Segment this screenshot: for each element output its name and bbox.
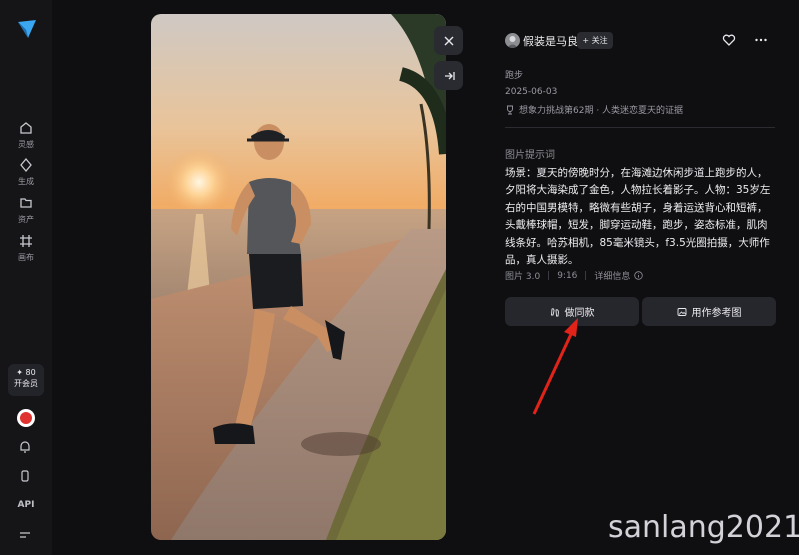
heart-icon[interactable] <box>722 33 736 47</box>
author-avatar-image <box>507 36 518 48</box>
vip-button[interactable]: ✦ 80 开会员 <box>8 364 44 396</box>
prompt-text: 场景：夏天的傍晚时分，在海滩边休闲步道上跑步的人，夕阳将大海染成了金色，人物拉长… <box>505 167 771 267</box>
details-link[interactable]: 详细信息 <box>594 269 630 282</box>
ratio-label: 9:16 <box>557 270 578 281</box>
arrow-right-bar-icon <box>444 71 455 80</box>
sidebar-item-label: 画布 <box>18 253 34 262</box>
sidebar-item-canvas[interactable]: 画布 <box>6 234 46 263</box>
post-tag[interactable]: 跑步 <box>505 68 523 81</box>
watermark: sanlang2021 <box>608 510 799 545</box>
sidebar-item-label: 生成 <box>18 177 34 186</box>
avatar[interactable] <box>17 409 35 427</box>
vip-label: 开会员 <box>14 379 38 388</box>
sidebar-item-label: 资产 <box>18 215 34 224</box>
close-button[interactable] <box>434 26 463 55</box>
image-icon <box>677 307 686 316</box>
folder-icon <box>20 198 32 208</box>
more-icon[interactable] <box>754 33 768 47</box>
follow-button[interactable]: + 关注 <box>577 32 613 49</box>
app-logo-icon[interactable] <box>16 18 38 40</box>
image-meta: 图片 3.0 9:16 详细信息 <box>505 269 644 282</box>
prompt-heading: 图片提示词 <box>505 150 555 161</box>
sidebar-item-generate[interactable]: 生成 <box>6 158 46 187</box>
sidebar-item-assets[interactable]: 资产 <box>6 196 46 225</box>
sidebar-item-label: 灵感 <box>18 140 34 149</box>
generated-image[interactable] <box>151 14 446 540</box>
phone-icon[interactable] <box>18 469 32 483</box>
sidebar-item-inspiration[interactable]: 灵感 <box>6 121 46 150</box>
api-link[interactable]: API <box>0 500 52 510</box>
info-icon[interactable] <box>634 271 644 280</box>
author-name[interactable]: 假装是马良 <box>523 33 578 49</box>
annotation-arrow <box>532 318 578 415</box>
sidebar: 灵感 生成 资产 画布 ✦ 80 开会员 API <box>0 0 52 555</box>
menu-icon[interactable] <box>18 528 32 542</box>
author-avatar[interactable] <box>505 33 520 48</box>
post-date: 2025-06-03 <box>505 87 558 97</box>
use-as-reference-label: 用作参考图 <box>691 308 742 319</box>
model-label: 图片 3.0 <box>505 272 541 282</box>
beach-runner-image <box>151 14 446 540</box>
home-icon <box>20 122 32 134</box>
bell-icon[interactable] <box>18 440 32 454</box>
trophy-icon <box>507 105 513 114</box>
use-as-reference-button[interactable]: 用作参考图 <box>642 297 776 326</box>
event-label: 想象力挑战第62期 · 人类迷恋夏天的证据 <box>519 106 684 116</box>
vip-points: ✦ 80 <box>16 368 36 377</box>
collapse-panel-button[interactable] <box>434 61 463 90</box>
divider <box>505 127 775 128</box>
sparkle-icon <box>20 158 32 172</box>
canvas-icon <box>20 235 32 247</box>
event-link[interactable]: 想象力挑战第62期 · 人类迷恋夏天的证据 <box>505 103 683 116</box>
close-icon <box>444 36 453 45</box>
